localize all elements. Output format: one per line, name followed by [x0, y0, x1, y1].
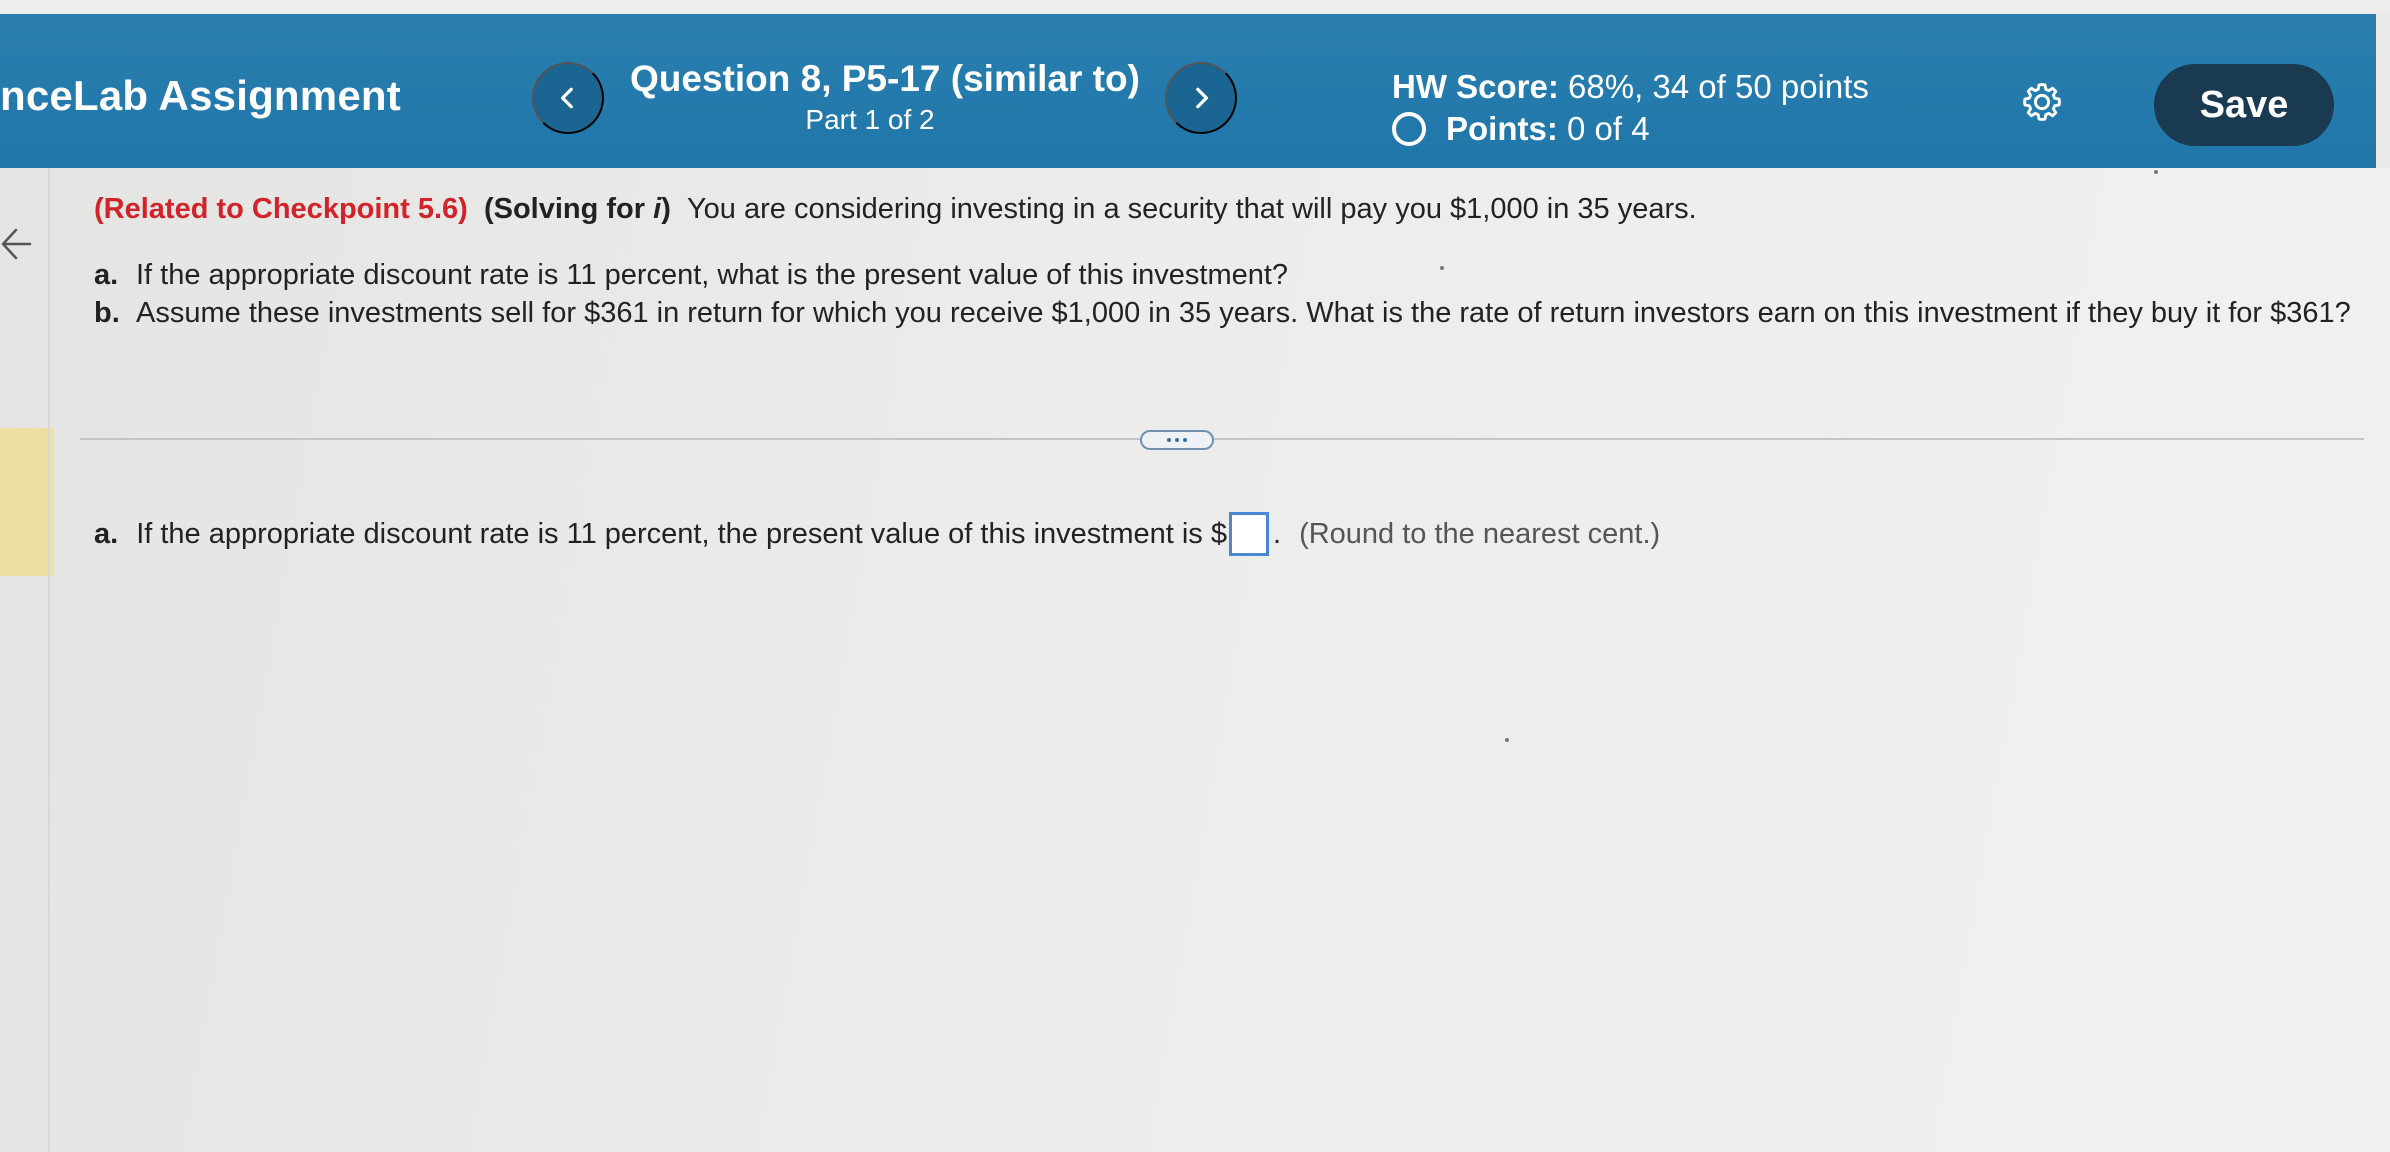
gear-icon[interactable]: [2020, 80, 2064, 124]
hw-score-label: HW Score:: [1392, 68, 1559, 105]
question-part-b: b. Assume these investments sell for $36…: [94, 294, 2354, 332]
part-text: If the appropriate discount rate is 11 p…: [136, 259, 1289, 291]
solving-suffix: ): [661, 193, 671, 225]
part-label: b.: [94, 297, 120, 329]
answer-row: a. If the appropriate discount rate is 1…: [94, 512, 1660, 556]
top-strip: [0, 0, 2390, 14]
answer-label: a.: [94, 517, 119, 550]
expand-more-button[interactable]: [1140, 430, 1214, 450]
solving-for: (Solving for i): [484, 193, 671, 225]
hw-score-value: 68%, 34 of 50 points: [1568, 68, 1869, 105]
part-label: a.: [94, 259, 119, 291]
question-intro-text: You are considering investing in a secur…: [686, 193, 1697, 225]
header-edge: [2376, 14, 2390, 168]
question-parts: a. If the appropriate discount rate is 1…: [94, 256, 2354, 332]
hw-score: HW Score: 68%, 34 of 50 points: [1392, 68, 1869, 106]
app-window: nceLab Assignment Question 8, P5-17 (sim…: [0, 0, 2390, 1152]
question-part-indicator: Part 1 of 2: [0, 104, 1740, 136]
ellipsis-icon: [1167, 438, 1171, 442]
related-checkpoint: (Related to Checkpoint 5.6): [94, 193, 468, 225]
left-divider: [48, 168, 50, 1152]
part-text: Assume these investments sell for $361 i…: [136, 297, 2351, 329]
screen-speck: [1505, 738, 1509, 742]
current-part-marker: [0, 428, 54, 576]
solving-variable: i: [653, 193, 662, 225]
arrow-left-icon[interactable]: [0, 218, 34, 270]
present-value-input[interactable]: [1229, 512, 1269, 556]
assignment-header: nceLab Assignment Question 8, P5-17 (sim…: [0, 14, 2384, 168]
question-part-text: Part 1 of 2: [805, 104, 935, 135]
answer-period: .: [1273, 517, 1282, 550]
question-title: Question 8, P5-17 (similar to): [630, 58, 1140, 99]
question-part-a: a. If the appropriate discount rate is 1…: [94, 256, 2354, 294]
screen-speck: [1440, 266, 1444, 270]
answer-prompt: If the appropriate discount rate is 11 p…: [136, 517, 1227, 550]
screen-speck: [2154, 170, 2158, 174]
question-intro: (Related to Checkpoint 5.6) (Solving for…: [94, 190, 2354, 228]
question-content: (Related to Checkpoint 5.6) (Solving for…: [94, 190, 2354, 332]
save-button[interactable]: Save: [2154, 64, 2334, 146]
solving-prefix: (Solving for: [483, 193, 654, 225]
section-divider: [80, 438, 2364, 440]
rounding-hint: (Round to the nearest cent.): [1299, 517, 1661, 550]
